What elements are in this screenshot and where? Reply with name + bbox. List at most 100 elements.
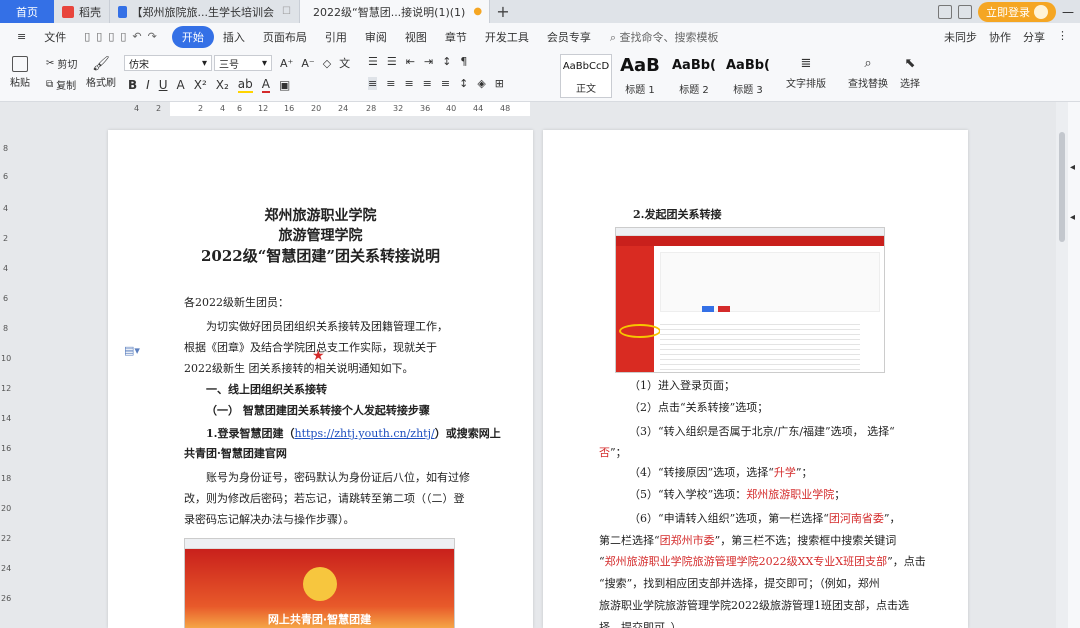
ruler-tick: 28 <box>366 104 377 113</box>
ruler-tick: 16 <box>284 104 295 113</box>
subscript-icon[interactable]: X₂ <box>216 78 229 92</box>
menu-chapter[interactable]: 章节 <box>436 29 476 45</box>
login-button[interactable]: 立即登录 <box>978 1 1056 22</box>
number-list-icon[interactable]: ☰ <box>387 55 397 68</box>
borders-icon[interactable]: ⊞ <box>495 77 504 90</box>
minimize-icon[interactable]: — <box>1062 5 1074 19</box>
pinyin-icon[interactable]: 文 <box>339 55 350 71</box>
menu-review[interactable]: 审阅 <box>356 29 396 45</box>
horizontal-ruler[interactable]: 4 2 2 4 6 12 16 20 24 28 32 36 40 44 48 <box>0 102 1080 116</box>
size-value: 三号 <box>219 59 239 71</box>
style-heading-2[interactable]: AaBb( 标题 2 <box>668 54 720 98</box>
grow-font-icon[interactable]: A⁺ <box>280 57 293 70</box>
ruler-tick: 8 <box>3 324 9 333</box>
scrollbar-thumb[interactable] <box>1059 132 1065 242</box>
style-normal[interactable]: AaBbCcD 正文 <box>560 54 612 98</box>
strikethrough-icon[interactable]: A <box>177 78 185 92</box>
hamburger-icon[interactable]: ≡ <box>8 30 35 43</box>
font-size-select[interactable]: 三号 ▾ <box>214 55 272 71</box>
tab-label: 2022级“智慧团...接说明(1)(1) <box>313 5 466 19</box>
indent-icon[interactable]: ⇥ <box>424 55 433 68</box>
copy-label: 复制 <box>56 81 77 92</box>
format-painter-button[interactable]: 🖌 格式刷 <box>86 56 116 89</box>
docer-icon <box>62 5 74 18</box>
ruler-tick: 14 <box>1 414 12 423</box>
menu-home[interactable]: 开始 <box>171 25 214 48</box>
outdent-icon[interactable]: ⇤ <box>406 55 415 68</box>
show-marks-icon[interactable]: ¶ <box>460 55 467 68</box>
cloud-icon[interactable]: ☐ <box>282 6 291 17</box>
share-button[interactable]: 分享 <box>1023 29 1045 45</box>
new-tab-button[interactable]: + <box>490 0 516 23</box>
more-icon[interactable]: ⋮ <box>1057 29 1068 45</box>
window-mode-icon[interactable] <box>938 4 952 19</box>
select-button[interactable]: ⬉ 选择 <box>900 56 920 90</box>
step-heading: 1.登录智慧团建（https://zhtj.youth.cn/zhtj/）或搜索… <box>206 423 501 444</box>
highlight-icon[interactable]: ab <box>237 77 253 93</box>
menu-view[interactable]: 视图 <box>396 29 436 45</box>
char-border-icon[interactable]: ▣ <box>279 78 290 92</box>
sort-icon[interactable]: ↕ <box>442 55 451 68</box>
banner-text: 网上共青团·智慧团建 <box>267 613 372 626</box>
tab-training-doc[interactable]: 【郑州旅院旅...生学长培训会 ☐ <box>110 0 300 23</box>
copy-button[interactable]: ⧉ 复制 <box>46 77 76 92</box>
italic-icon[interactable]: I <box>146 78 150 92</box>
tab-docer[interactable]: 稻壳 <box>54 0 110 23</box>
paste-button[interactable]: 粘贴 <box>10 56 30 89</box>
doc-title-school: 郑州旅游职业学院 <box>264 208 377 224</box>
document-page-right[interactable]: 2.发起团关系转接 （1）进入登录页面； （2）点击“关系转接”选项； （3）“… <box>543 130 968 628</box>
doc-title-college: 旅游管理学院 <box>278 228 363 244</box>
justify-icon[interactable]: ≡ <box>423 77 432 90</box>
menu-references[interactable]: 引用 <box>316 29 356 45</box>
menu-file[interactable]: 文件 <box>35 29 75 45</box>
text-layout-button[interactable]: ≣ 文字排版 <box>786 56 826 90</box>
tab-home[interactable]: 首页 <box>0 0 54 23</box>
style-preview: AaBbCcD <box>562 61 610 72</box>
doc-side-icon[interactable]: ▤▾ <box>124 344 140 357</box>
style-heading-1[interactable]: AaB 标题 1 <box>614 54 666 98</box>
step-line: （3）“转入组织是否属于北京/广东/福建”选项， 选择“ <box>629 425 895 438</box>
highlight-red-text: 团郑州市委 <box>659 534 715 547</box>
ruler-tick: 20 <box>1 504 12 513</box>
menu-insert[interactable]: 插入 <box>214 29 254 45</box>
grid-icon[interactable] <box>958 4 972 19</box>
sync-status[interactable]: 未同步 <box>944 29 977 45</box>
align-left-icon[interactable]: ≡ <box>368 77 378 90</box>
side-panel-icon[interactable]: ◂ <box>1070 212 1075 223</box>
command-search[interactable]: ⌕ 查找命令、搜索模板 <box>600 29 719 45</box>
find-replace-button[interactable]: ⌕ 查找替换 <box>848 56 888 90</box>
menu-page-layout[interactable]: 页面布局 <box>254 29 316 45</box>
align-right-icon[interactable]: ≡ <box>404 77 413 90</box>
vertical-scrollbar[interactable] <box>1056 102 1068 628</box>
menu-developer[interactable]: 开发工具 <box>476 29 538 45</box>
font-family-select[interactable]: 仿宋 ▾ <box>124 55 212 71</box>
collaborate-button[interactable]: 协作 <box>989 29 1011 45</box>
menu-member[interactable]: 会员专享 <box>538 29 600 45</box>
line-spacing-icon[interactable]: ↕ <box>459 77 468 90</box>
tab-current-doc[interactable]: 2022级“智慧团...接说明(1)(1) ● <box>300 0 490 23</box>
ruler-tick: 4 <box>220 104 226 113</box>
shrink-font-icon[interactable]: A⁻ <box>301 57 314 70</box>
quick-access-icons[interactable]: ▯▯▯▯↶↷ <box>75 30 172 43</box>
side-panel-icon[interactable]: ◂ <box>1070 162 1075 173</box>
document-page-left[interactable]: 郑州旅游职业学院 旅游管理学院 2022级“智慧团建”团关系转接说明 各2022… <box>108 130 533 628</box>
align-center-icon[interactable]: ≡ <box>386 77 395 90</box>
ruler-tick: 6 <box>3 294 9 303</box>
underline-icon[interactable]: U <box>159 78 168 92</box>
cut-button[interactable]: ✂ 剪切 <box>46 56 77 71</box>
ruler-tick: 4 <box>3 264 9 273</box>
zhtj-link[interactable]: https://zhtj.youth.cn/zhtj/ <box>294 427 434 440</box>
clear-format-icon[interactable]: ◇ <box>323 57 331 70</box>
plain-text: ”， <box>883 512 901 525</box>
ruler-tick: 40 <box>446 104 457 113</box>
vertical-ruler[interactable]: 8 6 4 2 4 6 8 10 12 14 16 18 20 22 24 26 <box>0 116 14 628</box>
style-preview: AaBb( <box>672 58 716 73</box>
style-heading-3[interactable]: AaBb( 标题 3 <box>722 54 774 98</box>
font-color-icon[interactable]: A <box>261 77 270 93</box>
bold-icon[interactable]: B <box>128 78 137 92</box>
ruler-tick: 2 <box>156 104 162 113</box>
superscript-icon[interactable]: X² <box>194 78 207 92</box>
shading-icon[interactable]: ◈ <box>477 77 485 90</box>
distribute-icon[interactable]: ≡ <box>441 77 450 90</box>
bullet-list-icon[interactable]: ☰ <box>368 55 378 68</box>
